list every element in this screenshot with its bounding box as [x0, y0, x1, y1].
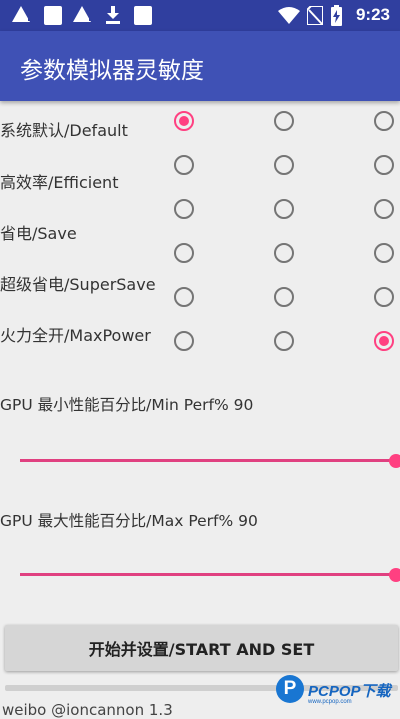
start-and-set-button[interactable]: 开始并设置/START AND SET [5, 625, 398, 671]
mode-label: 火力全开/MaxPower [0, 326, 151, 345]
status-bar: 9:23 [0, 0, 400, 31]
radio-button[interactable] [174, 199, 194, 219]
min-perf-label: GPU 最小性能百分比/Min Perf% 90 [0, 396, 254, 414]
mode-label: 省电/Save [0, 224, 77, 243]
watermark-subtext: www.pcpop.com [308, 699, 352, 705]
radio-button[interactable] [174, 331, 194, 351]
radio-button[interactable] [374, 155, 394, 175]
radio-button[interactable] [174, 111, 194, 131]
warning-icon [12, 6, 32, 22]
radio-button[interactable] [174, 155, 194, 175]
square-icon [44, 6, 62, 25]
radio-button[interactable] [274, 155, 294, 175]
battery-charging-icon [331, 5, 342, 26]
min-perf-slider-thumb[interactable] [389, 453, 400, 468]
radio-button[interactable] [374, 199, 394, 219]
watermark-logo: P [276, 675, 304, 703]
radio-button[interactable] [274, 111, 294, 131]
radio-button[interactable] [274, 243, 294, 263]
app-bar: 参数模拟器灵敏度 [0, 31, 400, 101]
warning-icon [73, 6, 93, 22]
max-perf-label: GPU 最大性能百分比/Max Perf% 90 [0, 512, 258, 530]
radio-button[interactable] [274, 199, 294, 219]
mode-label: 超级省电/SuperSave [0, 275, 156, 294]
mode-label: 系统默认/Default [0, 121, 128, 140]
mode-label: 高效率/Efficient [0, 173, 119, 192]
radio-button[interactable] [274, 287, 294, 307]
radio-button[interactable] [174, 243, 194, 263]
radio-button[interactable] [374, 287, 394, 307]
main-content: 系统默认/Default 高效率/Efficient 省电/Save 超级省电/Sup… [0, 101, 400, 719]
radio-button[interactable] [274, 331, 294, 351]
square-icon [134, 6, 152, 25]
max-perf-slider[interactable] [20, 567, 400, 582]
status-time: 9:23 [355, 5, 390, 24]
min-perf-slider[interactable] [20, 453, 400, 468]
footer-credit: weibo @ioncannon 1.3 [2, 701, 173, 719]
radio-button[interactable] [174, 287, 194, 307]
wifi-icon [278, 7, 300, 24]
radio-button[interactable] [374, 111, 394, 131]
radio-button[interactable] [374, 331, 394, 351]
max-perf-slider-thumb[interactable] [389, 567, 400, 582]
watermark-text: PCPOP下载 [308, 683, 391, 700]
app-title: 参数模拟器灵敏度 [20, 58, 204, 84]
no-sim-icon [307, 6, 323, 25]
download-icon [106, 6, 120, 24]
watermark: P PCPOP下载 www.pcpop.com [276, 673, 400, 711]
radio-button[interactable] [374, 243, 394, 263]
